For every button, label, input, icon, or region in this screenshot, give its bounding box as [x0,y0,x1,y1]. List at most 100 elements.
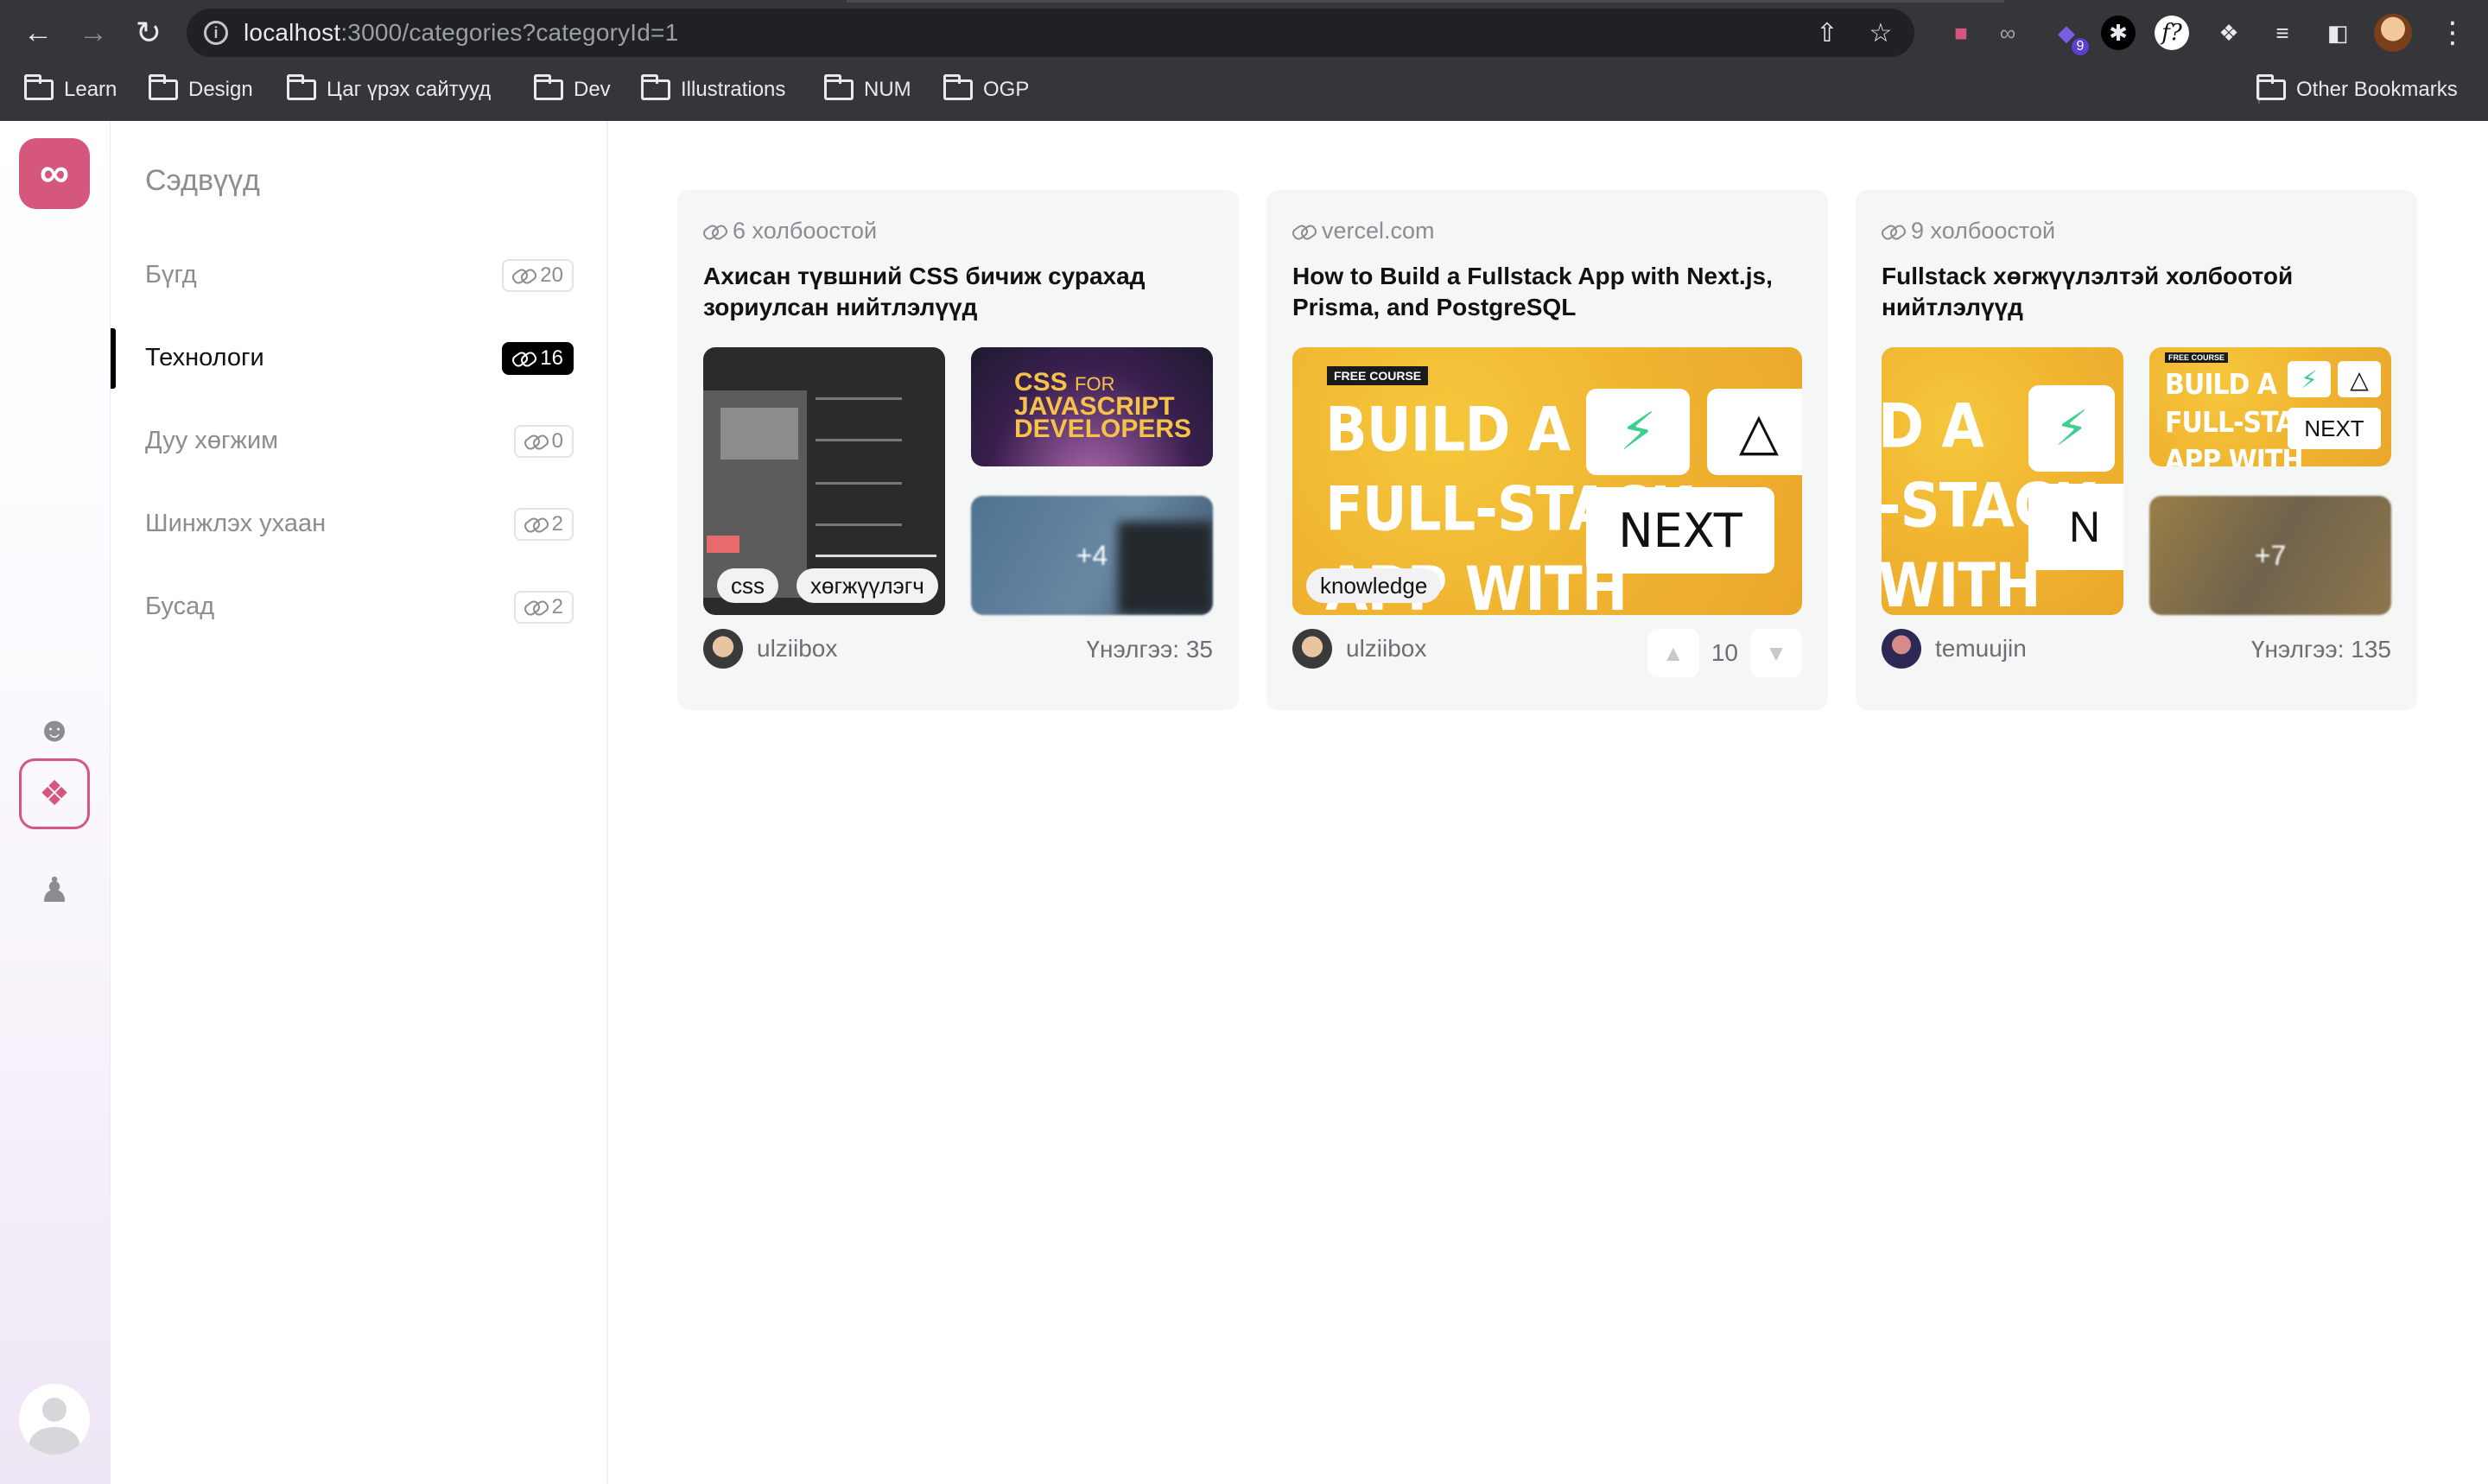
thumbnail-more[interactable]: +7 [2149,496,2391,615]
category-item-technology[interactable]: Технологи 16 [111,328,608,389]
supabase-bolt-icon: ⚡ [2028,385,2115,472]
bookmark-num[interactable]: NUM [824,74,911,104]
bookmark-illustrations[interactable]: Illustrations [641,74,785,104]
card-title[interactable]: Fullstack хөгжүүлэлтэй холбоотой нийтлэл… [1882,261,2400,323]
author[interactable]: ulziibox [703,629,837,669]
thumbnail-nextjs-mini[interactable]: FREE COURSE BUILD A FULL-STACK APP WITH ⚡ … [2149,347,2391,466]
extension-badge: 9 [2072,38,2089,55]
downvote-icon[interactable]: ▼ [1750,629,1802,677]
thumbnail-more[interactable]: +4 [971,496,1213,615]
more-count: +7 [2149,496,2391,615]
tag-chip[interactable]: хөгжүүлэгч [797,568,938,603]
bookmark-star-icon[interactable]: ☆ [1866,19,1895,48]
thumbnail-text: CSS FOR JAVASCRIPT DEVELOPERS [1014,370,1191,442]
diagram-line [816,397,902,400]
link-icon [512,351,535,366]
nextjs-logo-text: NEXT [1618,503,1742,558]
prisma-logo-icon: △ [2338,361,2381,397]
more-count: +4 [971,496,1213,615]
categories-tag-icon[interactable]: ❖ [19,758,90,829]
url-text[interactable]: localhost:3000/categories?categoryId=1 [244,19,678,47]
category-item-all[interactable]: Бүгд 20 [111,245,608,306]
collection-card[interactable]: 9 холбоостой Fullstack хөгжүүлэлтэй холб… [1856,190,2417,710]
card-meta: 9 холбоостой [1882,218,2055,244]
supabase-bolt-icon: ⚡ [2288,361,2331,397]
back-icon[interactable]: ← [21,16,55,50]
forward-icon[interactable]: → [76,16,111,50]
card-title[interactable]: Ахисан түвшний CSS бичиж сурахад зориулс… [703,261,1222,323]
loop-extension-icon[interactable]: ∞ [1990,16,2025,50]
category-item-music[interactable]: Дуу хөгжим 0 [111,411,608,472]
reload-icon[interactable]: ↻ [131,16,166,50]
link-icon [524,599,547,615]
reading-list-icon[interactable]: ≡ [2265,16,2300,50]
folder-icon [534,74,563,100]
bookmark-label: OGP [983,78,1030,101]
other-bookmarks[interactable]: Other Bookmarks [2256,74,2458,104]
author[interactable]: ulziibox [1292,629,1426,669]
thumbnail-css-diagram[interactable]: css хөгжүүлэгч [703,347,945,615]
category-count: 20 [540,263,563,287]
bookmark-label: NUM [864,78,911,101]
side-panel-icon[interactable]: ◧ [2320,16,2355,50]
asterisk-extension-icon[interactable]: ✱ [2101,16,2136,50]
link-icon [703,224,726,239]
prisma-logo-icon: △ [1707,389,1802,475]
user-avatar[interactable] [19,1384,90,1455]
profile-avatar[interactable] [2374,14,2412,52]
feed-smile-icon[interactable]: ☻ [19,694,90,765]
thumbnail-word: D A [1882,391,1984,462]
author-avatar [703,629,743,669]
category-item-science[interactable]: Шинжлэх ухаан 2 [111,494,608,555]
thumbnail-nextjs-course[interactable]: FREE COURSE BUILD A FULL-STACK APP WITH ⚡ … [1292,347,1802,615]
thumbnail-css-for-js[interactable]: CSS FOR JAVASCRIPT DEVELOPERS [971,347,1213,466]
app-logo-link-icon[interactable]: ∞ [19,138,90,209]
main-content: 6 холбоостой Ахисан түвшний CSS бичиж су… [608,121,2488,1484]
bookmark-learn[interactable]: Learn [24,74,117,104]
category-count-badge: 2 [513,508,574,541]
author-avatar [1292,629,1332,669]
folder-icon [943,74,973,100]
users-icon[interactable]: ♟ [19,855,90,926]
diagram-highlight [707,536,739,553]
link-icon [524,434,547,449]
bookmark-design[interactable]: Design [149,74,253,104]
category-label: Дуу хөгжим [145,427,279,454]
extensions-puzzle-icon[interactable]: ❖ [2212,16,2246,50]
bookmark-dev[interactable]: Dev [534,74,611,104]
font-extension-icon[interactable]: f? [2155,16,2189,50]
app-nav-rail: ∞ ☻ ❖ ♟ [0,121,111,1484]
thumbnail-word: BUILD A [1325,395,1571,466]
collection-card[interactable]: 6 холбоостой Ахисан түвшний CSS бичиж су… [677,190,1239,710]
bookmark-label: Design [188,78,253,101]
link-card[interactable]: vercel.com How to Build a Fullstack App … [1266,190,1828,710]
color-picker-extension-icon[interactable]: ■ [1944,16,1978,50]
browser-menu-icon[interactable]: ⋮ [2438,16,2467,50]
bookmark-label: Dev [574,78,611,101]
address-bar[interactable]: i localhost:3000/categories?categoryId=1… [187,9,1914,57]
supabase-bolt-icon: ⚡ [1586,389,1690,475]
diagram-line [816,555,936,557]
upvote-icon[interactable]: ▲ [1647,629,1699,677]
free-course-badge: FREE COURSE [2165,352,2229,363]
card-title[interactable]: How to Build a Fullstack App with Next.j… [1292,261,1811,323]
category-label: Шинжлэх ухаан [145,510,327,537]
share-icon[interactable]: ⇧ [1812,19,1842,48]
bookmark-fun-sites[interactable]: Цаг үрэх сайтууд [287,74,491,104]
category-item-other[interactable]: Бусад 2 [111,577,608,637]
diagram-line [816,482,902,485]
panel-title: Сэдвүүд [145,164,260,197]
bookmark-ogp[interactable]: OGP [943,74,1030,104]
site-info-icon[interactable]: i [204,21,228,45]
browser-chrome: ← → ↻ i localhost:3000/categories?catego… [0,0,2488,121]
folder-icon [2256,74,2286,100]
folder-icon [287,74,316,100]
extension-icon[interactable]: ◆ 9 [2049,16,2089,55]
category-count: 2 [551,595,563,618]
author[interactable]: temuujin [1882,629,2027,669]
thumbnail-nextjs-crop[interactable]: D A -STACK WITH ⚡ N [1882,347,2123,615]
card-meta: 6 холбоостой [703,218,877,244]
tag-chip[interactable]: knowledge [1306,568,1442,603]
author-name: ulziibox [757,635,838,662]
tag-chip[interactable]: css [717,568,778,603]
